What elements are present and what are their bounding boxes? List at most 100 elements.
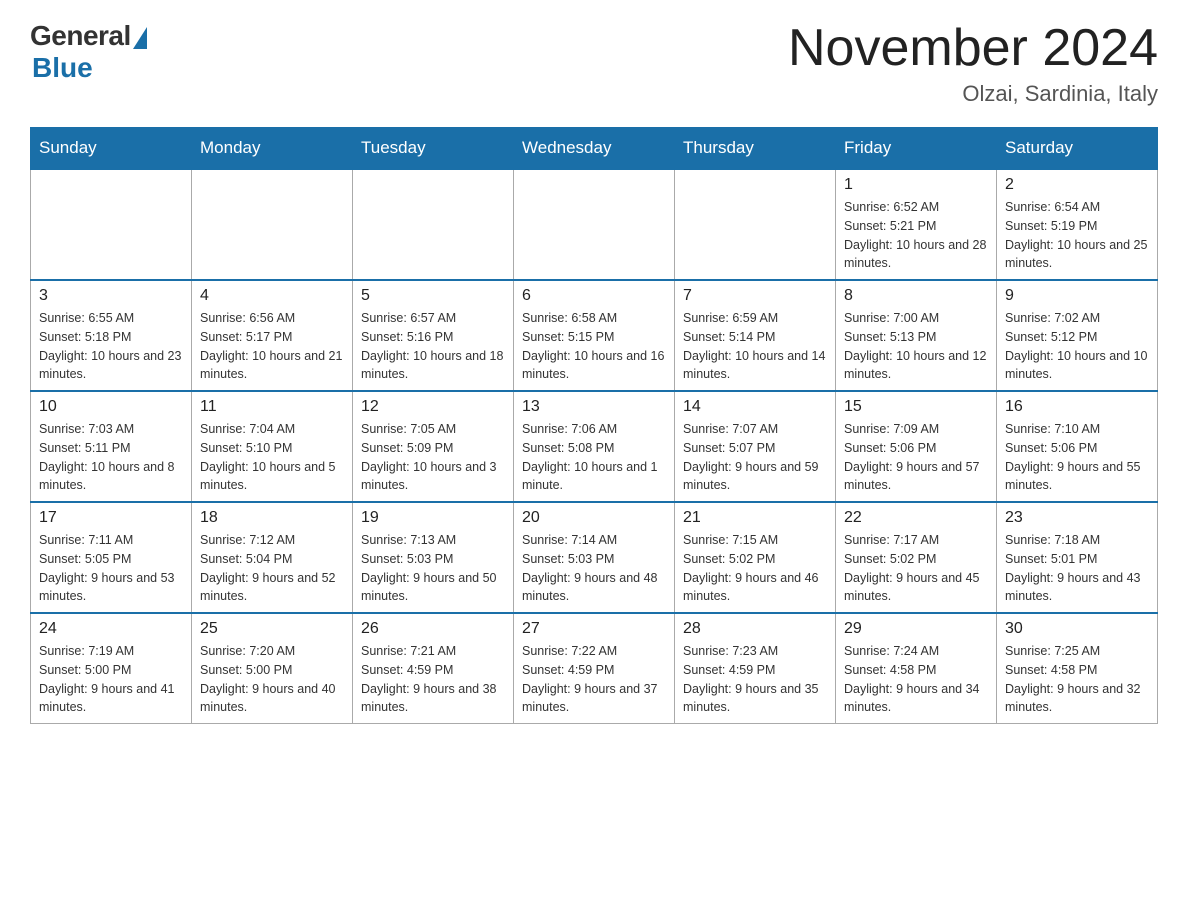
logo-triangle-icon [133,27,147,49]
day-number: 28 [683,620,827,638]
month-year-title: November 2024 [788,20,1158,77]
day-info: Sunrise: 7:13 AMSunset: 5:03 PMDaylight:… [361,531,505,606]
calendar-cell [353,169,514,280]
day-number: 9 [1005,287,1149,305]
day-number: 17 [39,509,183,527]
day-number: 5 [361,287,505,305]
day-number: 12 [361,398,505,416]
day-info: Sunrise: 7:02 AMSunset: 5:12 PMDaylight:… [1005,309,1149,384]
day-info: Sunrise: 7:21 AMSunset: 4:59 PMDaylight:… [361,642,505,717]
day-info: Sunrise: 7:05 AMSunset: 5:09 PMDaylight:… [361,420,505,495]
calendar-cell: 3Sunrise: 6:55 AMSunset: 5:18 PMDaylight… [31,280,192,391]
day-number: 27 [522,620,666,638]
calendar-cell: 19 Sunrise: 7:13 AMSunset: 5:03 PMDayligh… [353,502,514,613]
day-number: 4 [200,287,344,305]
logo: General Blue [30,20,147,84]
day-info: Sunrise: 7:12 AMSunset: 5:04 PMDaylight:… [200,531,344,606]
calendar-cell: 26 Sunrise: 7:21 AMSunset: 4:59 PMDayligh… [353,613,514,724]
day-number: 13 [522,398,666,416]
day-number: 30 [1005,620,1149,638]
calendar-week-row: 24 Sunrise: 7:19 AMSunset: 5:00 PMDayligh… [31,613,1158,724]
calendar-cell: 17 Sunrise: 7:11 AMSunset: 5:05 PMDayligh… [31,502,192,613]
day-number: 14 [683,398,827,416]
day-info: Sunrise: 7:25 AMSunset: 4:58 PMDaylight:… [1005,642,1149,717]
calendar-cell: 22Sunrise: 7:17 AMSunset: 5:02 PMDayligh… [836,502,997,613]
day-number: 24 [39,620,183,638]
day-info: Sunrise: 7:19 AMSunset: 5:00 PMDaylight:… [39,642,183,717]
calendar-cell: 12 Sunrise: 7:05 AMSunset: 5:09 PMDayligh… [353,391,514,502]
calendar-cell: 25 Sunrise: 7:20 AMSunset: 5:00 PMDayligh… [192,613,353,724]
calendar-cell: 27 Sunrise: 7:22 AMSunset: 4:59 PMDayligh… [514,613,675,724]
calendar-cell: 18 Sunrise: 7:12 AMSunset: 5:04 PMDayligh… [192,502,353,613]
day-info: Sunrise: 7:11 AMSunset: 5:05 PMDaylight:… [39,531,183,606]
calendar-cell: 23 Sunrise: 7:18 AMSunset: 5:01 PMDayligh… [997,502,1158,613]
calendar-cell: 9 Sunrise: 7:02 AMSunset: 5:12 PMDaylight… [997,280,1158,391]
day-number: 18 [200,509,344,527]
calendar-cell: 10Sunrise: 7:03 AMSunset: 5:11 PMDayligh… [31,391,192,502]
day-info: Sunrise: 7:20 AMSunset: 5:00 PMDaylight:… [200,642,344,717]
calendar-week-row: 10Sunrise: 7:03 AMSunset: 5:11 PMDayligh… [31,391,1158,502]
calendar-cell: 13 Sunrise: 7:06 AMSunset: 5:08 PMDayligh… [514,391,675,502]
calendar-cell [192,169,353,280]
calendar-week-row: 17 Sunrise: 7:11 AMSunset: 5:05 PMDayligh… [31,502,1158,613]
logo-general-text: General [30,20,131,52]
day-info: Sunrise: 7:18 AMSunset: 5:01 PMDaylight:… [1005,531,1149,606]
day-info: Sunrise: 7:00 AMSunset: 5:13 PMDaylight:… [844,309,988,384]
calendar-cell: 21 Sunrise: 7:15 AMSunset: 5:02 PMDayligh… [675,502,836,613]
calendar-cell: 11Sunrise: 7:04 AMSunset: 5:10 PMDayligh… [192,391,353,502]
day-of-week-header: Monday [192,128,353,170]
day-number: 2 [1005,176,1149,194]
location-subtitle: Olzai, Sardinia, Italy [788,81,1158,107]
day-of-week-header: Friday [836,128,997,170]
day-number: 23 [1005,509,1149,527]
calendar-cell: 4 Sunrise: 6:56 AMSunset: 5:17 PMDaylight… [192,280,353,391]
day-info: Sunrise: 6:56 AMSunset: 5:17 PMDaylight:… [200,309,344,384]
day-of-week-header: Tuesday [353,128,514,170]
calendar-cell: 14 Sunrise: 7:07 AMSunset: 5:07 PMDayligh… [675,391,836,502]
day-number: 26 [361,620,505,638]
calendar-cell [31,169,192,280]
day-info: Sunrise: 6:58 AMSunset: 5:15 PMDaylight:… [522,309,666,384]
calendar-cell: 1Sunrise: 6:52 AMSunset: 5:21 PMDaylight… [836,169,997,280]
calendar-cell: 16Sunrise: 7:10 AMSunset: 5:06 PMDayligh… [997,391,1158,502]
day-number: 20 [522,509,666,527]
day-number: 19 [361,509,505,527]
day-info: Sunrise: 7:06 AMSunset: 5:08 PMDaylight:… [522,420,666,495]
day-info: Sunrise: 6:59 AMSunset: 5:14 PMDaylight:… [683,309,827,384]
calendar-cell: 8Sunrise: 7:00 AMSunset: 5:13 PMDaylight… [836,280,997,391]
day-number: 1 [844,176,988,194]
day-number: 6 [522,287,666,305]
calendar-cell: 28 Sunrise: 7:23 AMSunset: 4:59 PMDayligh… [675,613,836,724]
day-info: Sunrise: 7:14 AMSunset: 5:03 PMDaylight:… [522,531,666,606]
calendar-week-row: 3Sunrise: 6:55 AMSunset: 5:18 PMDaylight… [31,280,1158,391]
calendar-cell: 24 Sunrise: 7:19 AMSunset: 5:00 PMDayligh… [31,613,192,724]
calendar-header-row: SundayMondayTuesdayWednesdayThursdayFrid… [31,128,1158,170]
day-info: Sunrise: 7:03 AMSunset: 5:11 PMDaylight:… [39,420,183,495]
day-info: Sunrise: 7:22 AMSunset: 4:59 PMDaylight:… [522,642,666,717]
calendar-cell: 15 Sunrise: 7:09 AMSunset: 5:06 PMDayligh… [836,391,997,502]
calendar-cell [675,169,836,280]
calendar-cell: 30 Sunrise: 7:25 AMSunset: 4:58 PMDayligh… [997,613,1158,724]
day-number: 21 [683,509,827,527]
calendar-cell: 7 Sunrise: 6:59 AMSunset: 5:14 PMDaylight… [675,280,836,391]
day-number: 3 [39,287,183,305]
calendar-cell [514,169,675,280]
day-info: Sunrise: 7:07 AMSunset: 5:07 PMDaylight:… [683,420,827,495]
day-info: Sunrise: 6:54 AMSunset: 5:19 PMDaylight:… [1005,198,1149,273]
day-number: 7 [683,287,827,305]
day-number: 22 [844,509,988,527]
day-info: Sunrise: 7:23 AMSunset: 4:59 PMDaylight:… [683,642,827,717]
day-info: Sunrise: 7:09 AMSunset: 5:06 PMDaylight:… [844,420,988,495]
day-info: Sunrise: 7:15 AMSunset: 5:02 PMDaylight:… [683,531,827,606]
day-info: Sunrise: 7:24 AMSunset: 4:58 PMDaylight:… [844,642,988,717]
logo-blue-text: Blue [32,52,93,84]
day-of-week-header: Saturday [997,128,1158,170]
day-number: 25 [200,620,344,638]
day-of-week-header: Wednesday [514,128,675,170]
day-info: Sunrise: 7:04 AMSunset: 5:10 PMDaylight:… [200,420,344,495]
day-of-week-header: Thursday [675,128,836,170]
day-number: 16 [1005,398,1149,416]
day-number: 15 [844,398,988,416]
calendar-cell: 20 Sunrise: 7:14 AMSunset: 5:03 PMDayligh… [514,502,675,613]
day-of-week-header: Sunday [31,128,192,170]
